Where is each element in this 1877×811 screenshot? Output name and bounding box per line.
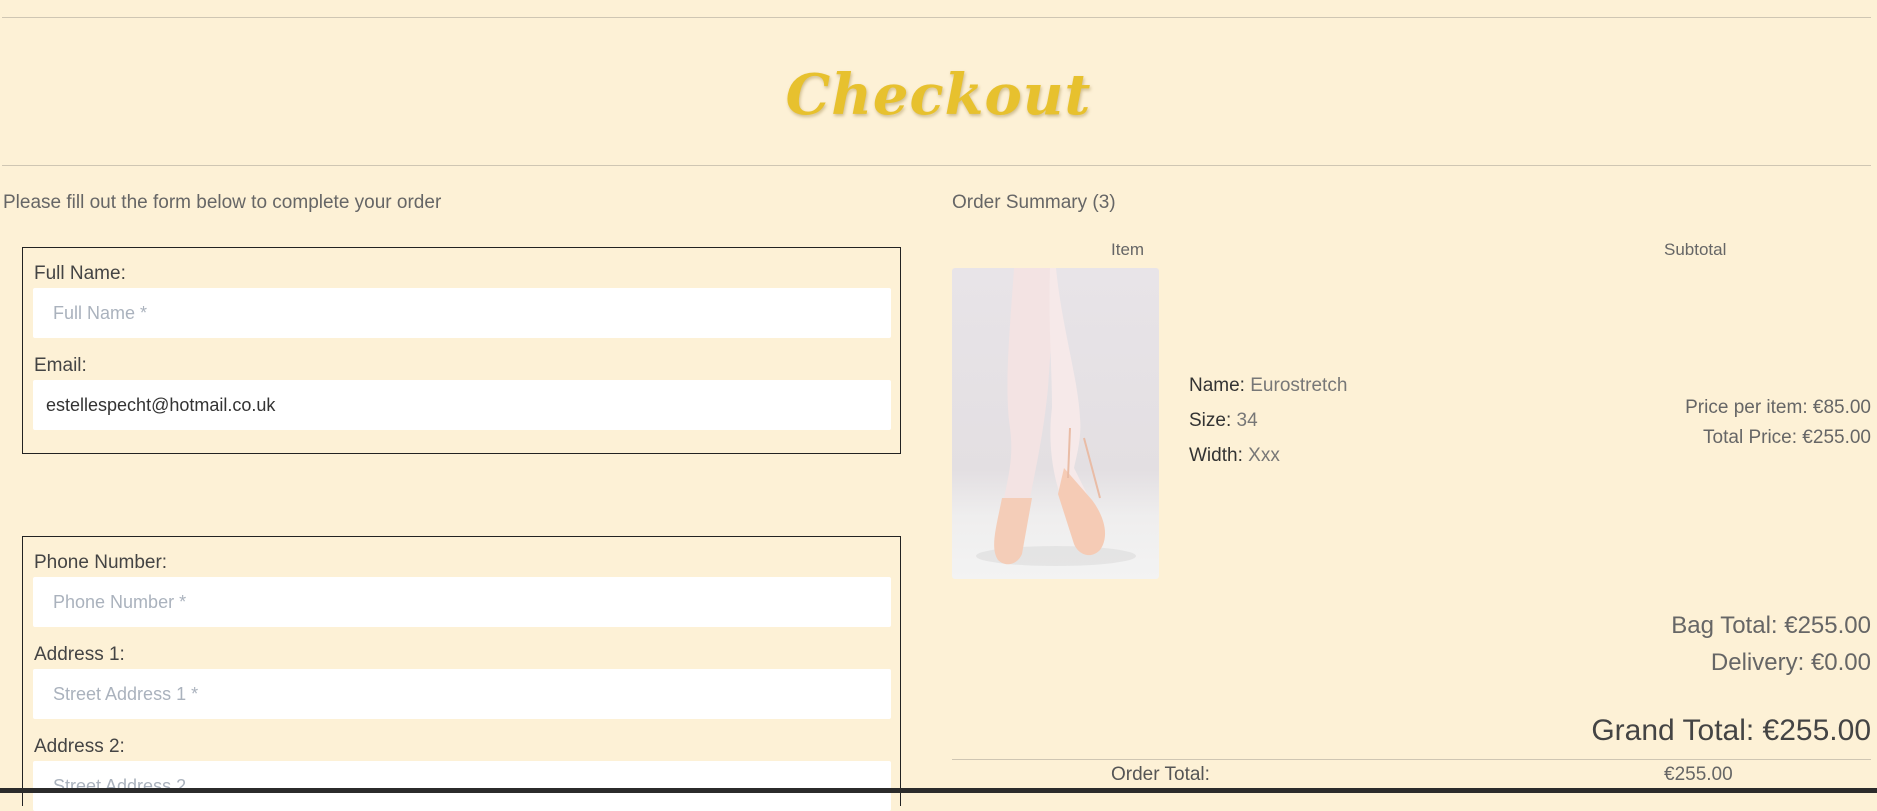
item-width-label: Width: xyxy=(1189,445,1243,466)
form-intro-text: Please fill out the form below to comple… xyxy=(3,192,442,213)
order-summary-title: Order Summary (3) xyxy=(952,192,1116,213)
item-name-label: Name: xyxy=(1189,375,1245,396)
grand-total: Grand Total: €255.00 xyxy=(1591,714,1871,747)
top-divider xyxy=(2,17,1871,18)
item-column-header: Item xyxy=(1111,240,1145,259)
item-size-value: 34 xyxy=(1236,410,1258,431)
page-title: Checkout xyxy=(785,62,1092,128)
item-name-value: Eurostretch xyxy=(1250,375,1348,396)
item-name: Name: Eurostretch xyxy=(1189,375,1347,397)
email-label: Email: xyxy=(34,355,87,376)
address2-input[interactable] xyxy=(33,761,891,811)
subtotal-column-header: Subtotal xyxy=(1664,240,1727,259)
address-fieldset: Phone Number: Address 1: Address 2: xyxy=(22,536,901,811)
ballet-pointe-shoes-icon xyxy=(976,268,1136,566)
order-total-value: €255.00 xyxy=(1664,764,1733,785)
window-bottom-edge xyxy=(0,788,1877,793)
address1-input[interactable] xyxy=(33,669,891,719)
item-size-label: Size: xyxy=(1189,410,1232,431)
address1-label: Address 1: xyxy=(34,644,125,665)
product-image[interactable] xyxy=(952,268,1159,579)
item-width: Width: Xxx xyxy=(1189,445,1280,467)
address2-label: Address 2: xyxy=(34,736,125,757)
order-total-divider xyxy=(952,759,1871,760)
full-name-label: Full Name: xyxy=(34,263,126,284)
phone-label: Phone Number: xyxy=(34,552,168,573)
title-divider xyxy=(2,165,1871,166)
contact-fieldset: Full Name: Email: xyxy=(22,247,901,454)
full-name-input[interactable] xyxy=(33,288,891,338)
email-input[interactable] xyxy=(33,380,891,430)
item-size: Size: 34 xyxy=(1189,410,1258,432)
price-per-item: Price per item: €85.00 xyxy=(1685,397,1871,418)
delivery-cost: Delivery: €0.00 xyxy=(1710,649,1871,676)
item-total-price: Total Price: €255.00 xyxy=(1703,427,1871,448)
bag-total: Bag Total: €255.00 xyxy=(1671,612,1871,639)
phone-input[interactable] xyxy=(33,577,891,627)
order-total-label: Order Total: xyxy=(1111,764,1210,785)
item-width-value: Xxx xyxy=(1248,445,1280,466)
